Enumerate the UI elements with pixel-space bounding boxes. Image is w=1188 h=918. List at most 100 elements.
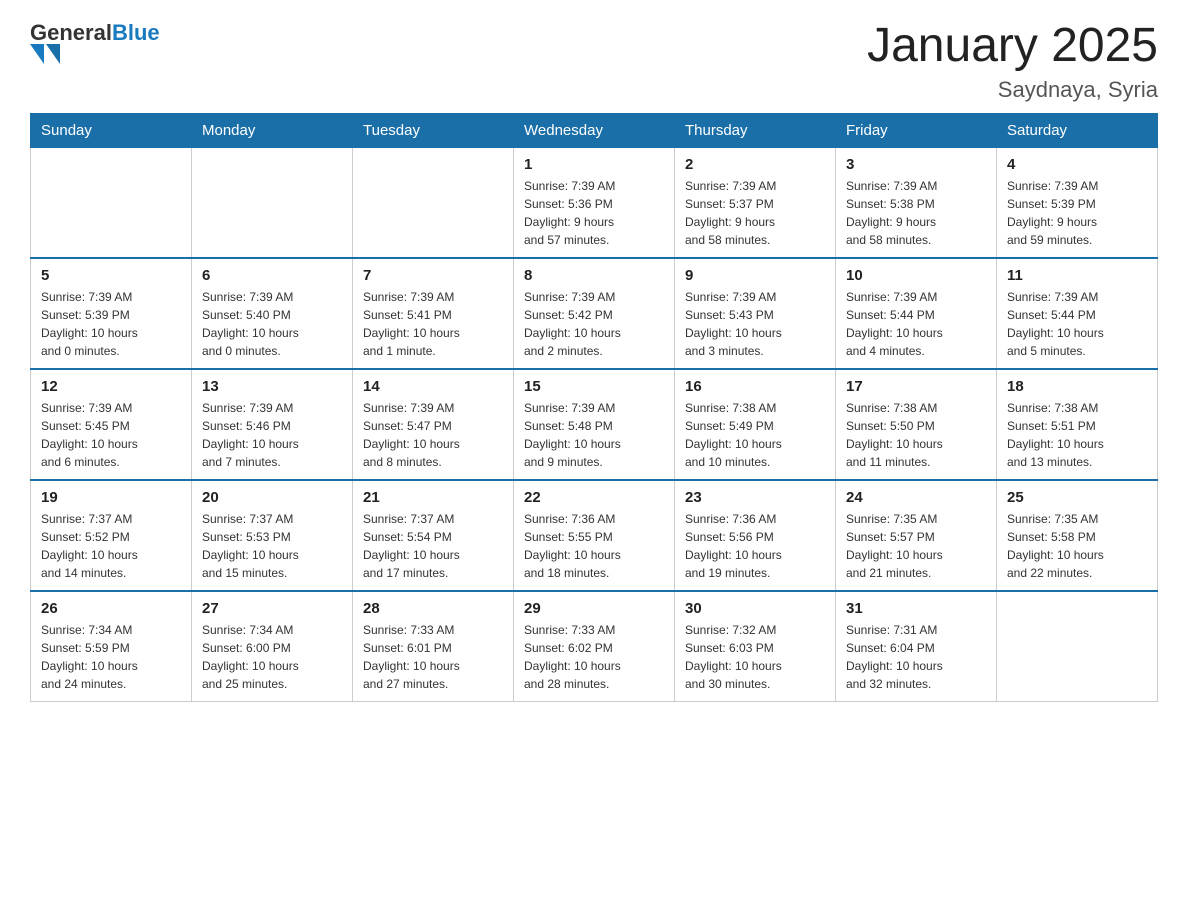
day-number: 8 (524, 267, 664, 284)
day-info: Sunrise: 7:39 AM Sunset: 5:41 PM Dayligh… (363, 288, 503, 360)
day-info: Sunrise: 7:39 AM Sunset: 5:38 PM Dayligh… (846, 177, 986, 249)
title-section: January 2025 Saydnaya, Syria (867, 20, 1158, 103)
calendar-day-cell (192, 147, 353, 258)
day-info: Sunrise: 7:36 AM Sunset: 5:55 PM Dayligh… (524, 510, 664, 582)
calendar-day-cell: 17 Sunrise: 7:38 AM Sunset: 5:50 PM Dayli… (836, 369, 997, 480)
calendar-day-cell: 25 Sunrise: 7:35 AM Sunset: 5:58 PM Dayli… (997, 480, 1158, 591)
day-number: 3 (846, 156, 986, 173)
calendar-day-cell: 14Sunrise: 7:39 AM Sunset: 5:47 PM Dayli… (353, 369, 514, 480)
calendar-day-cell: 20Sunrise: 7:37 AM Sunset: 5:53 PM Dayli… (192, 480, 353, 591)
day-info: Sunrise: 7:34 AM Sunset: 5:59 PM Dayligh… (41, 621, 181, 693)
calendar-day-cell: 3 Sunrise: 7:39 AM Sunset: 5:38 PM Daylig… (836, 147, 997, 258)
calendar-day-cell: 7 Sunrise: 7:39 AM Sunset: 5:41 PM Daylig… (353, 258, 514, 369)
calendar-day-cell: 1 Sunrise: 7:39 AM Sunset: 5:36 PM Daylig… (514, 147, 675, 258)
calendar-week-row: 26 Sunrise: 7:34 AM Sunset: 5:59 PM Dayli… (31, 591, 1158, 702)
day-number: 25 (1007, 489, 1147, 506)
day-number: 2 (685, 156, 825, 173)
day-info: Sunrise: 7:39 AM Sunset: 5:45 PM Dayligh… (41, 399, 181, 471)
logo-text-blue: Blue (112, 20, 160, 45)
day-number: 12 (41, 378, 181, 395)
day-number: 29 (524, 600, 664, 617)
day-info: Sunrise: 7:39 AM Sunset: 5:40 PM Dayligh… (202, 288, 342, 360)
day-number: 15 (524, 378, 664, 395)
day-number: 16 (685, 378, 825, 395)
day-info: Sunrise: 7:39 AM Sunset: 5:43 PM Dayligh… (685, 288, 825, 360)
calendar-day-cell (997, 591, 1158, 702)
day-of-week-header: Sunday (31, 113, 192, 147)
day-number: 23 (685, 489, 825, 506)
day-number: 31 (846, 600, 986, 617)
day-info: Sunrise: 7:38 AM Sunset: 5:50 PM Dayligh… (846, 399, 986, 471)
calendar-table: SundayMondayTuesdayWednesdayThursdayFrid… (30, 113, 1158, 702)
calendar-week-row: 19Sunrise: 7:37 AM Sunset: 5:52 PM Dayli… (31, 480, 1158, 591)
calendar-day-cell: 2Sunrise: 7:39 AM Sunset: 5:37 PM Daylig… (675, 147, 836, 258)
day-number: 13 (202, 378, 342, 395)
calendar-week-row: 5 Sunrise: 7:39 AM Sunset: 5:39 PM Daylig… (31, 258, 1158, 369)
calendar-day-cell: 31 Sunrise: 7:31 AM Sunset: 6:04 PM Dayli… (836, 591, 997, 702)
calendar-day-cell: 27Sunrise: 7:34 AM Sunset: 6:00 PM Dayli… (192, 591, 353, 702)
day-info: Sunrise: 7:35 AM Sunset: 5:57 PM Dayligh… (846, 510, 986, 582)
calendar-header: SundayMondayTuesdayWednesdayThursdayFrid… (31, 113, 1158, 147)
day-info: Sunrise: 7:33 AM Sunset: 6:02 PM Dayligh… (524, 621, 664, 693)
calendar-day-cell: 8Sunrise: 7:39 AM Sunset: 5:42 PM Daylig… (514, 258, 675, 369)
day-number: 10 (846, 267, 986, 284)
day-info: Sunrise: 7:39 AM Sunset: 5:39 PM Dayligh… (1007, 177, 1147, 249)
logo-text-general: General (30, 20, 112, 45)
day-of-week-header: Tuesday (353, 113, 514, 147)
day-number: 9 (685, 267, 825, 284)
day-info: Sunrise: 7:31 AM Sunset: 6:04 PM Dayligh… (846, 621, 986, 693)
day-of-week-header: Thursday (675, 113, 836, 147)
day-info: Sunrise: 7:38 AM Sunset: 5:49 PM Dayligh… (685, 399, 825, 471)
day-info: Sunrise: 7:39 AM Sunset: 5:48 PM Dayligh… (524, 399, 664, 471)
calendar-title: January 2025 (867, 20, 1158, 73)
day-number: 11 (1007, 267, 1147, 284)
logo: GeneralBlue (30, 20, 160, 64)
day-info: Sunrise: 7:36 AM Sunset: 5:56 PM Dayligh… (685, 510, 825, 582)
day-info: Sunrise: 7:37 AM Sunset: 5:53 PM Dayligh… (202, 510, 342, 582)
day-info: Sunrise: 7:39 AM Sunset: 5:44 PM Dayligh… (846, 288, 986, 360)
day-number: 19 (41, 489, 181, 506)
calendar-day-cell: 10 Sunrise: 7:39 AM Sunset: 5:44 PM Dayli… (836, 258, 997, 369)
day-number: 30 (685, 600, 825, 617)
days-of-week-row: SundayMondayTuesdayWednesdayThursdayFrid… (31, 113, 1158, 147)
calendar-day-cell: 5 Sunrise: 7:39 AM Sunset: 5:39 PM Daylig… (31, 258, 192, 369)
day-info: Sunrise: 7:33 AM Sunset: 6:01 PM Dayligh… (363, 621, 503, 693)
day-number: 14 (363, 378, 503, 395)
day-of-week-header: Monday (192, 113, 353, 147)
day-info: Sunrise: 7:39 AM Sunset: 5:46 PM Dayligh… (202, 399, 342, 471)
day-number: 27 (202, 600, 342, 617)
day-number: 26 (41, 600, 181, 617)
calendar-day-cell (31, 147, 192, 258)
calendar-day-cell (353, 147, 514, 258)
day-number: 7 (363, 267, 503, 284)
calendar-day-cell: 28Sunrise: 7:33 AM Sunset: 6:01 PM Dayli… (353, 591, 514, 702)
calendar-day-cell: 22 Sunrise: 7:36 AM Sunset: 5:55 PM Dayli… (514, 480, 675, 591)
day-number: 24 (846, 489, 986, 506)
calendar-day-cell: 4Sunrise: 7:39 AM Sunset: 5:39 PM Daylig… (997, 147, 1158, 258)
calendar-day-cell: 6 Sunrise: 7:39 AM Sunset: 5:40 PM Daylig… (192, 258, 353, 369)
day-info: Sunrise: 7:39 AM Sunset: 5:36 PM Dayligh… (524, 177, 664, 249)
day-number: 21 (363, 489, 503, 506)
calendar-day-cell: 29 Sunrise: 7:33 AM Sunset: 6:02 PM Dayli… (514, 591, 675, 702)
day-number: 22 (524, 489, 664, 506)
day-of-week-header: Friday (836, 113, 997, 147)
calendar-week-row: 1 Sunrise: 7:39 AM Sunset: 5:36 PM Daylig… (31, 147, 1158, 258)
day-number: 17 (846, 378, 986, 395)
day-info: Sunrise: 7:38 AM Sunset: 5:51 PM Dayligh… (1007, 399, 1147, 471)
calendar-day-cell: 24 Sunrise: 7:35 AM Sunset: 5:57 PM Dayli… (836, 480, 997, 591)
calendar-body: 1 Sunrise: 7:39 AM Sunset: 5:36 PM Daylig… (31, 147, 1158, 701)
day-info: Sunrise: 7:32 AM Sunset: 6:03 PM Dayligh… (685, 621, 825, 693)
calendar-day-cell: 15 Sunrise: 7:39 AM Sunset: 5:48 PM Dayli… (514, 369, 675, 480)
day-number: 5 (41, 267, 181, 284)
day-info: Sunrise: 7:37 AM Sunset: 5:54 PM Dayligh… (363, 510, 503, 582)
day-info: Sunrise: 7:35 AM Sunset: 5:58 PM Dayligh… (1007, 510, 1147, 582)
day-number: 1 (524, 156, 664, 173)
calendar-day-cell: 12 Sunrise: 7:39 AM Sunset: 5:45 PM Dayli… (31, 369, 192, 480)
calendar-day-cell: 13 Sunrise: 7:39 AM Sunset: 5:46 PM Dayli… (192, 369, 353, 480)
calendar-day-cell: 26 Sunrise: 7:34 AM Sunset: 5:59 PM Dayli… (31, 591, 192, 702)
day-number: 6 (202, 267, 342, 284)
day-info: Sunrise: 7:39 AM Sunset: 5:39 PM Dayligh… (41, 288, 181, 360)
page-header: GeneralBlue January 2025 Saydnaya, Syria (30, 20, 1158, 103)
day-of-week-header: Saturday (997, 113, 1158, 147)
calendar-day-cell: 16 Sunrise: 7:38 AM Sunset: 5:49 PM Dayli… (675, 369, 836, 480)
